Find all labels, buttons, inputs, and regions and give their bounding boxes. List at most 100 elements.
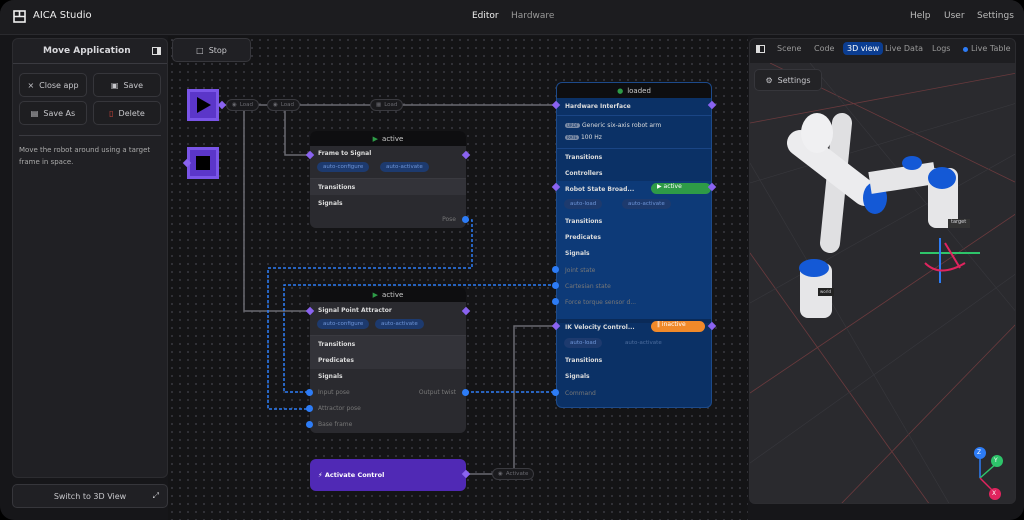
section-signals[interactable]: Signals xyxy=(318,200,343,207)
panel-toggle-icon[interactable] xyxy=(756,45,765,53)
section-transitions[interactable]: Transitions xyxy=(318,184,355,191)
3d-viewport[interactable] xyxy=(750,63,1016,504)
tab-logs[interactable]: Logs xyxy=(928,42,954,55)
controller-title: IK Velocity Control... xyxy=(565,324,635,331)
rate-badge: RATE xyxy=(565,135,580,140)
z-axis-label: Z xyxy=(977,449,982,456)
node-title: Frame to Signal xyxy=(318,150,372,157)
output-twist-port[interactable] xyxy=(462,389,469,396)
tab-code[interactable]: Code xyxy=(810,42,838,55)
activate-event-pill[interactable]: ◉ Activate xyxy=(492,468,535,480)
node-title: Hardware Interface xyxy=(565,103,631,110)
load-hardware-pill[interactable]: ▦ Load xyxy=(370,99,404,111)
pill-label: Activate xyxy=(505,471,529,477)
section-transitions[interactable]: Transitions xyxy=(565,357,602,364)
badge-label: inactive xyxy=(661,321,686,328)
pill-label: Load xyxy=(239,102,254,108)
edge-activate-ik xyxy=(466,325,556,475)
signal-output-label: Pose xyxy=(442,216,456,223)
joint-state-port[interactable] xyxy=(552,266,559,273)
chip-label: auto-load xyxy=(570,340,597,346)
auto-activate-chip[interactable]: auto-activate xyxy=(380,162,429,172)
node-status: ▶ active xyxy=(310,131,466,146)
edge-load-fts xyxy=(284,105,310,156)
section-signals[interactable]: Signals xyxy=(565,250,590,257)
section-transitions[interactable]: Transitions xyxy=(565,218,602,225)
cartesian-state-label: Cartesian state xyxy=(565,283,611,290)
hardware-icon: ▦ xyxy=(376,102,382,108)
force-torque-port[interactable] xyxy=(552,298,559,305)
start-block[interactable] xyxy=(187,89,219,121)
play-icon: ▶ xyxy=(372,290,379,299)
chip-label: auto-configure xyxy=(323,164,364,170)
attractor-pose-port[interactable] xyxy=(306,405,313,412)
auto-load-chip[interactable]: auto-load xyxy=(564,199,603,209)
joint-state-label: Joint state xyxy=(565,267,596,274)
auto-activate-chip[interactable]: auto-activate xyxy=(619,338,668,348)
tab-scene[interactable]: Scene xyxy=(773,42,805,55)
viewer-panel: target world Z Y X ⚙ Settings xyxy=(749,38,1016,504)
inactive-status-badge: ‖ inactive xyxy=(651,321,705,332)
pose-output-port[interactable] xyxy=(462,216,469,223)
section-predicates[interactable]: Predicates xyxy=(565,234,601,241)
status-label: active xyxy=(382,134,404,143)
input-pose-port[interactable] xyxy=(306,389,313,396)
cartesian-state-port[interactable] xyxy=(552,282,559,289)
section-signals[interactable]: Signals xyxy=(318,373,343,380)
viewer-settings-button[interactable]: ⚙ Settings xyxy=(754,69,822,91)
stop-square-icon xyxy=(196,156,210,170)
command-port[interactable] xyxy=(552,389,559,396)
base-frame-label: Base frame xyxy=(318,421,353,428)
play-circle-icon: ◉ xyxy=(273,102,278,108)
play-circle-icon: ● xyxy=(617,86,624,95)
auto-configure-chip[interactable]: auto-configure xyxy=(317,162,370,172)
signal-point-attractor-node[interactable]: ▶ active Signal Point Attractor auto-conf… xyxy=(310,287,466,433)
chip-label: auto-activate xyxy=(386,164,423,170)
gear-icon: ⚙ xyxy=(765,75,773,85)
command-label: Command xyxy=(565,390,596,397)
status-label: active xyxy=(382,290,404,299)
condition-icon: ⚡ xyxy=(318,471,325,479)
controller-title: Robot State Broad... xyxy=(565,186,635,193)
app-window: AICA Studio Editor Hardware Help User Se… xyxy=(0,0,1024,520)
settings-label: Settings xyxy=(777,75,811,85)
hardware-interface-node[interactable]: ● loaded Hardware Interface URDF Generic … xyxy=(556,82,712,408)
node-status: ▶ active xyxy=(310,287,466,302)
section-transitions[interactable]: Transitions xyxy=(565,154,602,161)
auto-load-chip[interactable]: auto-load xyxy=(564,338,603,348)
activate-control-node[interactable]: ⚡ Activate Control xyxy=(310,459,466,491)
edge-load-spa xyxy=(243,105,310,312)
auto-activate-chip[interactable]: auto-activate xyxy=(622,199,671,209)
pill-label: Load xyxy=(384,102,398,108)
target-gizmo xyxy=(920,238,980,283)
base-frame-port[interactable] xyxy=(306,421,313,428)
chip-label: auto-activate xyxy=(625,340,662,346)
load-event-pill[interactable]: ◉ Load xyxy=(267,99,301,111)
load-event-pill[interactable]: ◉ Load xyxy=(226,99,260,111)
auto-activate-chip[interactable]: auto-activate xyxy=(375,319,424,329)
section-transitions[interactable]: Transitions xyxy=(318,341,355,348)
auto-configure-chip[interactable]: auto-configure xyxy=(317,319,370,329)
tab-live-table[interactable]: Live Table xyxy=(967,42,1015,55)
urdf-value: Generic six-axis robot arm xyxy=(582,122,662,129)
urdf-badge: URDF xyxy=(565,123,581,128)
section-predicates[interactable]: Predicates xyxy=(318,357,354,364)
y-axis-label: Y xyxy=(994,457,998,464)
tab-live-data[interactable]: Live Data xyxy=(881,42,927,55)
node-title: Activate Control xyxy=(324,471,385,479)
x-axis-label: X xyxy=(992,490,997,497)
section-controllers[interactable]: Controllers xyxy=(565,170,602,177)
frame-to-signal-node[interactable]: ▶ active Frame to Signal auto-configure a… xyxy=(310,131,466,228)
robot-arm-model xyxy=(787,113,958,318)
input-pose-label: Input pose xyxy=(318,389,350,396)
play-circle-icon: ◉ xyxy=(232,102,237,108)
chip-label: auto-load xyxy=(570,201,597,207)
target-label: target xyxy=(951,219,967,225)
divider xyxy=(557,148,711,149)
section-signals[interactable]: Signals xyxy=(565,373,590,380)
world-label: world xyxy=(820,289,832,294)
tab-3d-view[interactable]: 3D view xyxy=(843,42,884,55)
attractor-pose-label: Attractor pose xyxy=(318,405,361,412)
stop-block[interactable] xyxy=(187,147,219,179)
chip-label: auto-configure xyxy=(323,321,364,327)
